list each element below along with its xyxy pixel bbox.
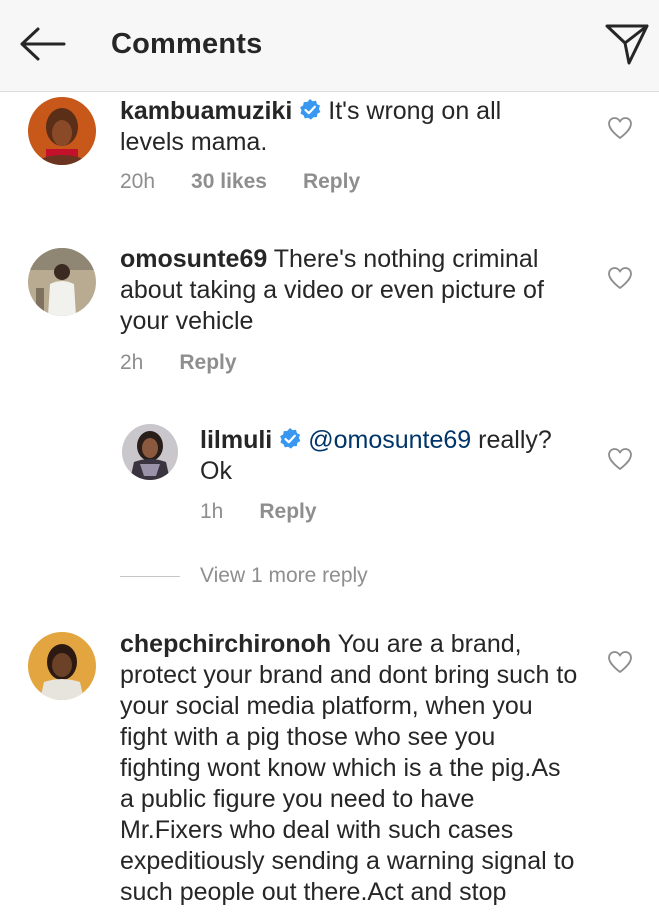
comment-time: 20h bbox=[120, 170, 156, 193]
comment-time: 1h bbox=[200, 500, 224, 523]
reply-button[interactable]: Reply bbox=[259, 500, 316, 523]
comment-username[interactable]: chepchirchironoh bbox=[120, 630, 331, 658]
view-more-replies-label[interactable]: View 1 more reply bbox=[200, 564, 368, 588]
verified-badge-icon bbox=[280, 428, 301, 449]
avatar[interactable] bbox=[122, 424, 178, 480]
arrow-left-icon[interactable] bbox=[18, 26, 66, 62]
heart-icon[interactable] bbox=[607, 650, 633, 674]
avatar[interactable] bbox=[28, 248, 96, 316]
reply-button[interactable]: Reply bbox=[303, 170, 360, 193]
comment-text: kambuamuziki It's wrong on all levels mam… bbox=[120, 96, 550, 158]
comment-username[interactable]: omosunte69 bbox=[120, 245, 267, 273]
heart-icon[interactable] bbox=[607, 116, 633, 140]
divider-line bbox=[120, 576, 180, 577]
comment-meta: 2h Reply bbox=[120, 351, 273, 375]
heart-icon[interactable] bbox=[607, 447, 633, 471]
reply-button[interactable]: Reply bbox=[179, 351, 236, 374]
paper-plane-icon[interactable] bbox=[604, 22, 650, 66]
reply-text: lilmuli @omosunte69 really? Ok bbox=[200, 425, 580, 487]
comment-text: chepchirchironoh You are a brand, protec… bbox=[120, 629, 580, 908]
heart-icon[interactable] bbox=[607, 266, 633, 290]
comment-username[interactable]: kambuamuziki bbox=[120, 97, 292, 125]
mention-link[interactable]: @omosunte69 bbox=[308, 426, 471, 454]
avatar[interactable] bbox=[28, 97, 96, 165]
likes-count[interactable]: 30 likes bbox=[191, 170, 267, 193]
comment-text: omosunte69 There's nothing criminal abou… bbox=[120, 244, 570, 337]
comment-meta: 20h 30 likes Reply bbox=[120, 170, 396, 194]
comment-username[interactable]: lilmuli bbox=[200, 426, 272, 454]
page-title: Comments bbox=[111, 28, 263, 60]
avatar[interactable] bbox=[28, 632, 96, 700]
comment-body: You are a brand, protect your brand and … bbox=[120, 630, 578, 906]
comment-time: 2h bbox=[120, 351, 144, 374]
comment-meta: 1h Reply bbox=[200, 500, 353, 524]
top-bar: Comments bbox=[0, 0, 659, 92]
verified-badge-icon bbox=[300, 99, 321, 120]
